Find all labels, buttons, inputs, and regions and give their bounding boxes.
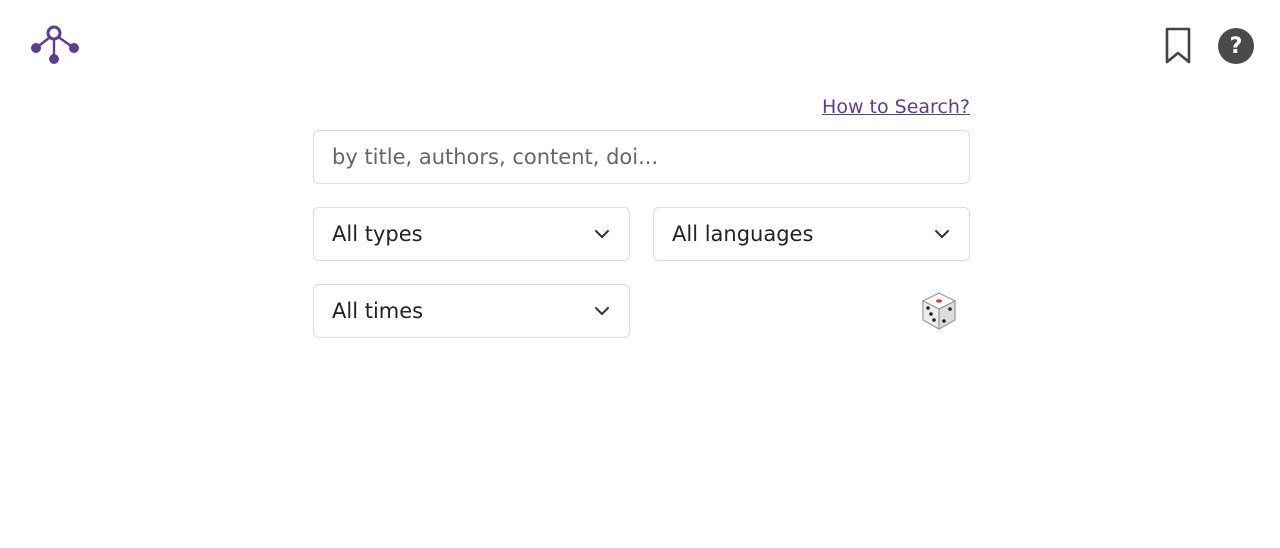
chevron-down-icon bbox=[595, 230, 609, 238]
language-select[interactable]: All languages bbox=[653, 207, 970, 261]
type-select[interactable]: All types bbox=[313, 207, 630, 261]
search-area: How to Search? All types All languages A… bbox=[313, 96, 970, 338]
random-cell bbox=[653, 284, 970, 338]
howto-row: How to Search? bbox=[313, 96, 970, 122]
chevron-down-icon bbox=[595, 307, 609, 315]
type-select-value: All types bbox=[332, 222, 423, 246]
how-to-search-link[interactable]: How to Search? bbox=[822, 96, 970, 118]
chevron-down-icon bbox=[935, 230, 949, 238]
search-page: ? How to Search? All types All languages bbox=[0, 0, 1280, 549]
header-actions: ? bbox=[1160, 26, 1254, 66]
language-select-value: All languages bbox=[672, 222, 814, 246]
time-select[interactable]: All times bbox=[313, 284, 630, 338]
time-select-value: All times bbox=[332, 299, 424, 323]
help-circle-icon[interactable]: ? bbox=[1218, 28, 1254, 64]
dice-icon[interactable] bbox=[920, 291, 958, 331]
network-logo-icon[interactable] bbox=[28, 24, 82, 68]
bookmark-icon[interactable] bbox=[1160, 26, 1196, 66]
search-filters: All types All languages All times bbox=[313, 207, 970, 338]
search-input[interactable] bbox=[313, 130, 970, 184]
help-glyph: ? bbox=[1229, 33, 1243, 59]
